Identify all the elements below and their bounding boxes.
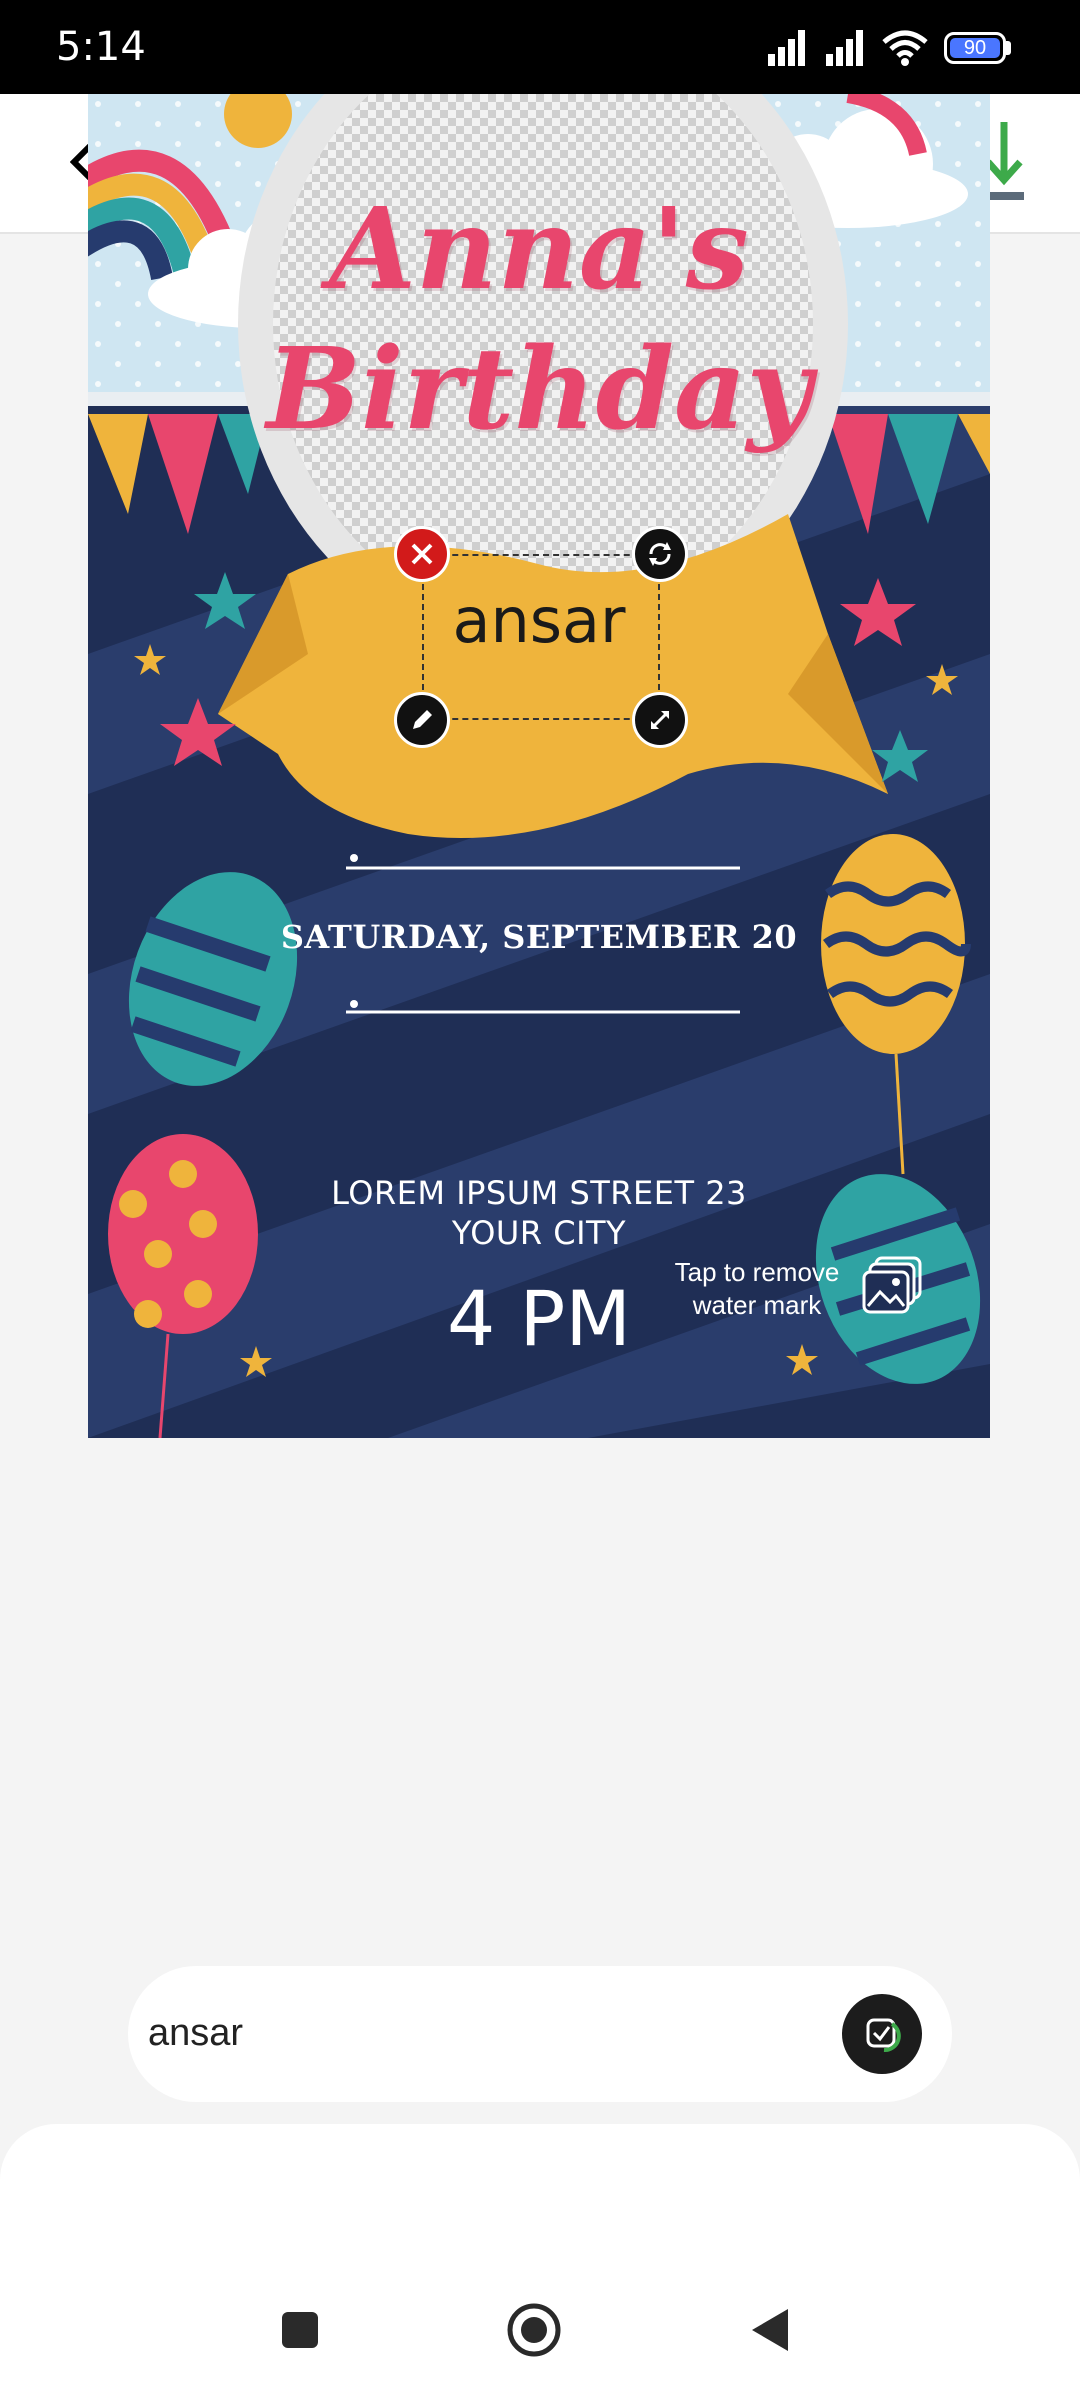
- confirm-text-button[interactable]: [842, 1994, 922, 2074]
- status-time: 5:14: [56, 24, 146, 70]
- rotate-element-button[interactable]: [632, 526, 688, 582]
- gallery-icon[interactable]: [860, 1254, 926, 1320]
- address-line1[interactable]: LOREM IPSUM STREET 23: [88, 1174, 990, 1212]
- check-icon: [866, 2018, 901, 2052]
- rotate-icon: [649, 542, 671, 566]
- event-time[interactable]: 4 PM: [88, 1274, 990, 1363]
- back-button[interactable]: [740, 2300, 800, 2360]
- delete-element-button[interactable]: [394, 526, 450, 582]
- text-input-bar: [128, 1966, 952, 2102]
- card-title-line1[interactable]: Anna's: [88, 190, 990, 310]
- event-date[interactable]: SATURDAY, SEPTEMBER 20: [88, 918, 990, 956]
- recent-apps-button[interactable]: [270, 2300, 330, 2360]
- text-input[interactable]: [148, 2012, 748, 2055]
- battery-icon: 90: [944, 32, 1006, 64]
- status-bar: 5:14 90: [0, 0, 1080, 94]
- battery-level: 90: [950, 38, 1000, 58]
- remove-watermark-button[interactable]: Tap to remove water mark: [662, 1256, 852, 1322]
- watermark-line2: water mark: [692, 1290, 822, 1320]
- home-button[interactable]: [504, 2300, 564, 2360]
- pencil-icon: [413, 710, 432, 729]
- signal-icon-2: [826, 30, 863, 66]
- text-selection-frame[interactable]: [422, 554, 660, 720]
- close-icon: [411, 543, 433, 565]
- address-line2[interactable]: YOUR CITY: [88, 1214, 990, 1252]
- home-circle-icon: [507, 2303, 561, 2357]
- invitation-card: Anna's Birthday ansar SATURDAY, SEPTEMBE…: [88, 94, 990, 1438]
- text-input-wrapper: [148, 2012, 748, 2055]
- resize-icon: [651, 711, 669, 729]
- wifi-icon: [882, 30, 928, 66]
- edit-text-button[interactable]: [394, 692, 450, 748]
- back-triangle-icon: [752, 2309, 788, 2351]
- square-icon: [282, 2312, 318, 2348]
- signal-icon: [768, 30, 805, 66]
- download-icon[interactable]: [984, 122, 1024, 202]
- watermark-line1: Tap to remove: [674, 1257, 840, 1287]
- battery-tip: [1006, 41, 1011, 55]
- card-title-line2[interactable]: Birthday: [88, 330, 990, 450]
- resize-element-button[interactable]: [632, 692, 688, 748]
